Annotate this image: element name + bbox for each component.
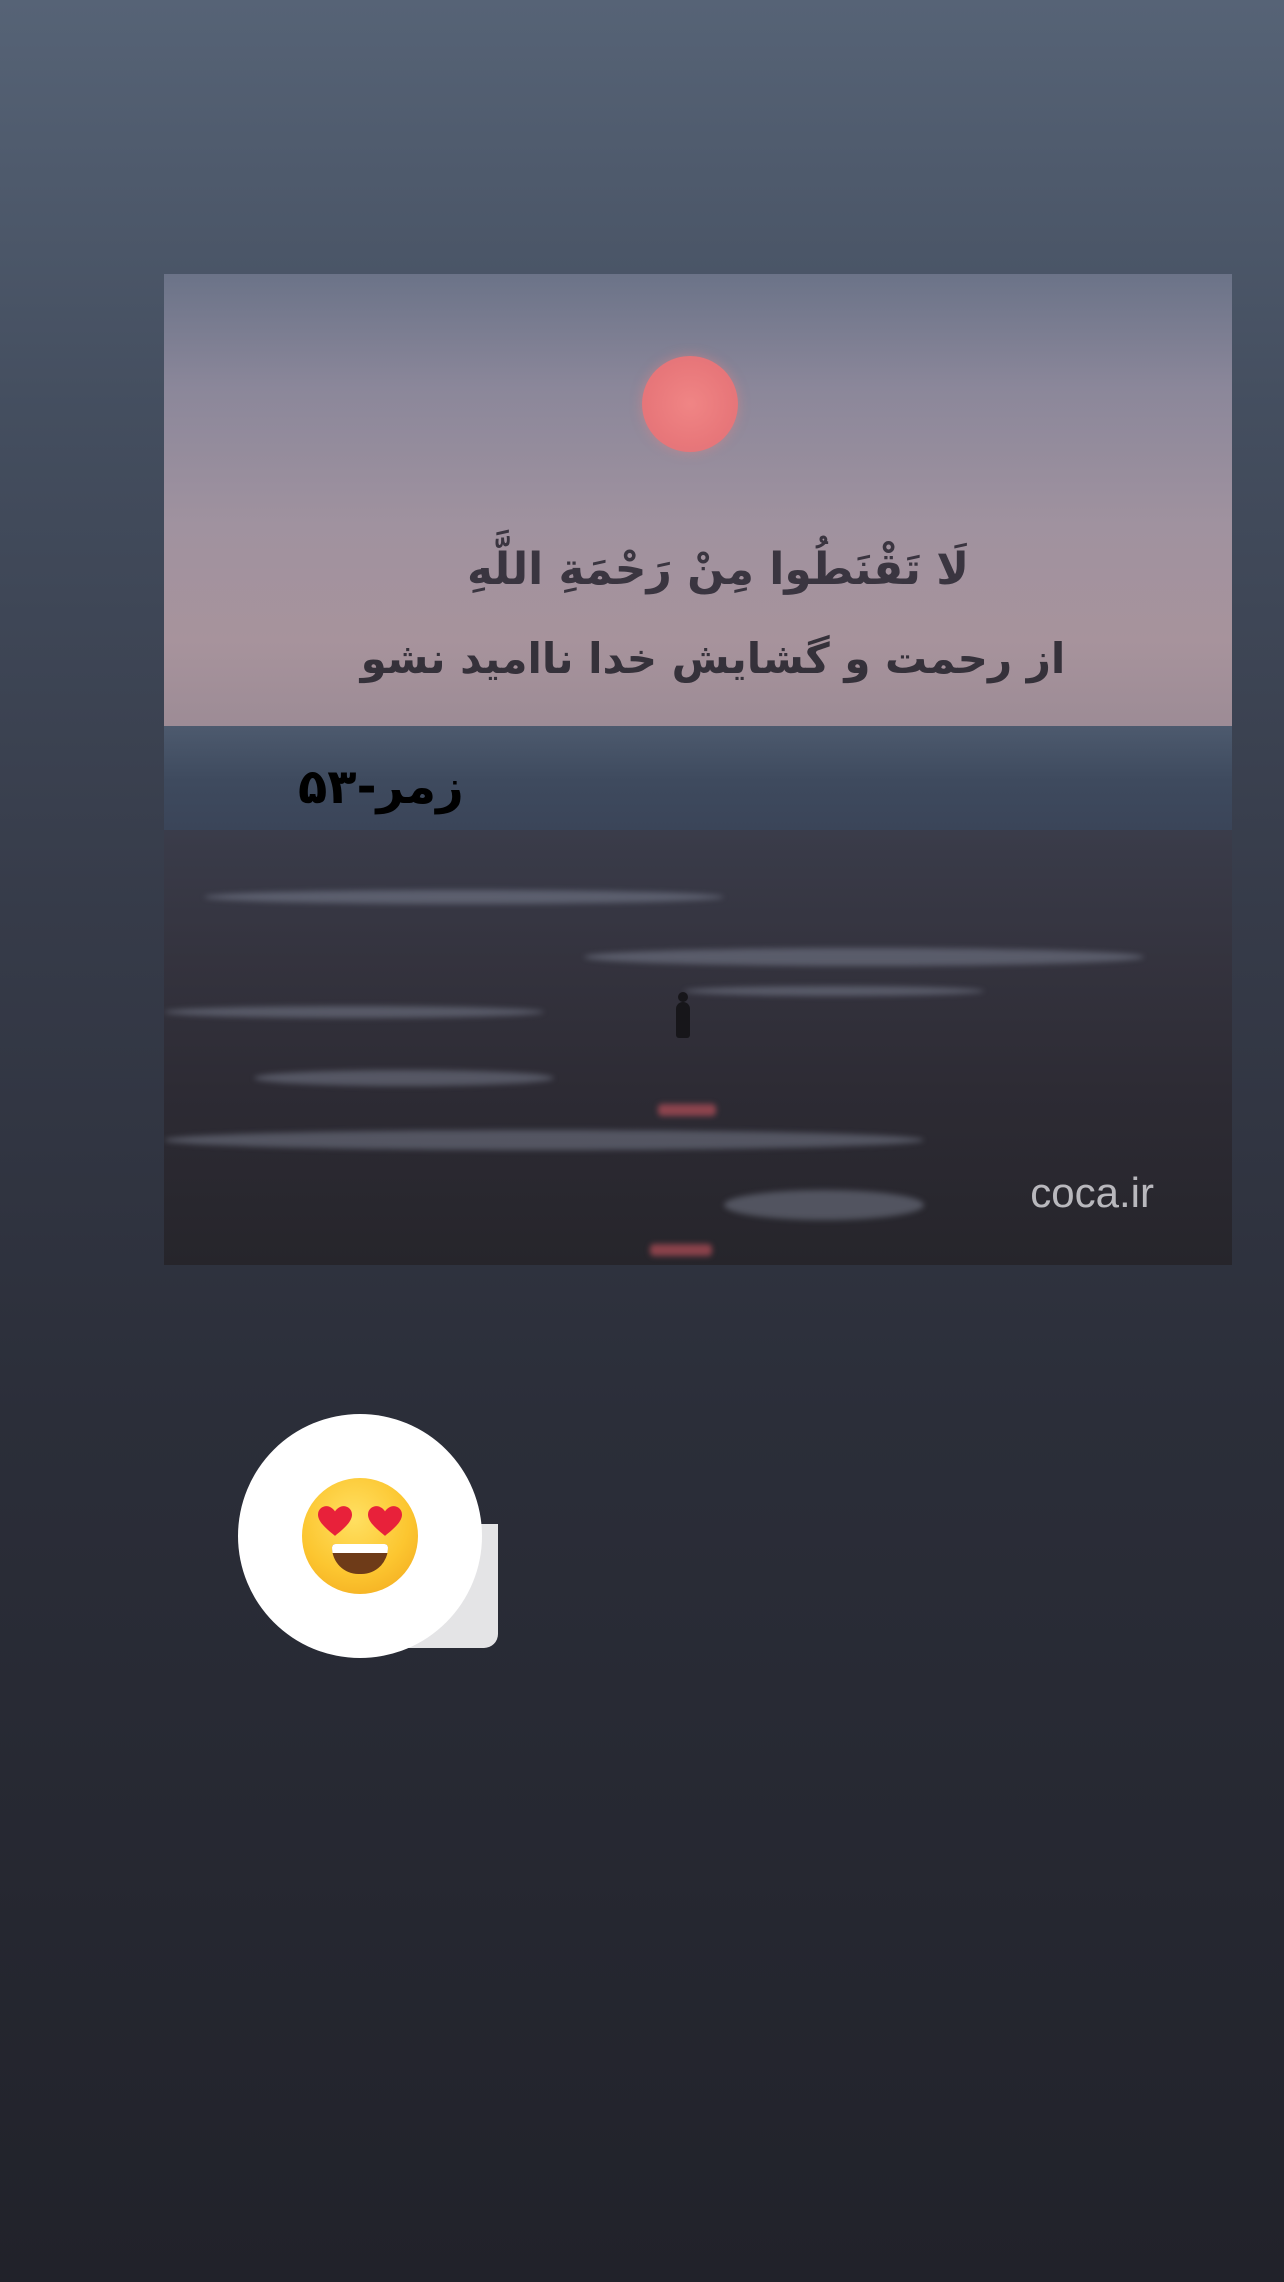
surah-reference-label: زمر-۵۳ bbox=[298, 759, 464, 815]
verse-persian-text: از رحمت و گشایش خدا ناامید نشو bbox=[360, 634, 1066, 683]
emoji-reaction-bubble[interactable] bbox=[238, 1414, 498, 1658]
verse-arabic-text: لَا تَقْنَطُوا مِنْ رَحْمَةِ اللَّهِ bbox=[466, 544, 970, 595]
smiling-face-with-heart-eyes-icon bbox=[302, 1478, 418, 1594]
watermark-text: coca.ir bbox=[1030, 1169, 1154, 1216]
bubble-circle bbox=[238, 1414, 482, 1658]
story-image[interactable]: لَا تَقْنَطُوا مِنْ رَحْمَةِ اللَّهِ از … bbox=[164, 274, 1232, 1265]
walking-person-silhouette bbox=[676, 992, 690, 1038]
heart-eye-right-icon bbox=[368, 1506, 402, 1536]
smile-mouth bbox=[332, 1544, 388, 1574]
sun bbox=[642, 356, 738, 452]
heart-eye-left-icon bbox=[318, 1506, 352, 1536]
